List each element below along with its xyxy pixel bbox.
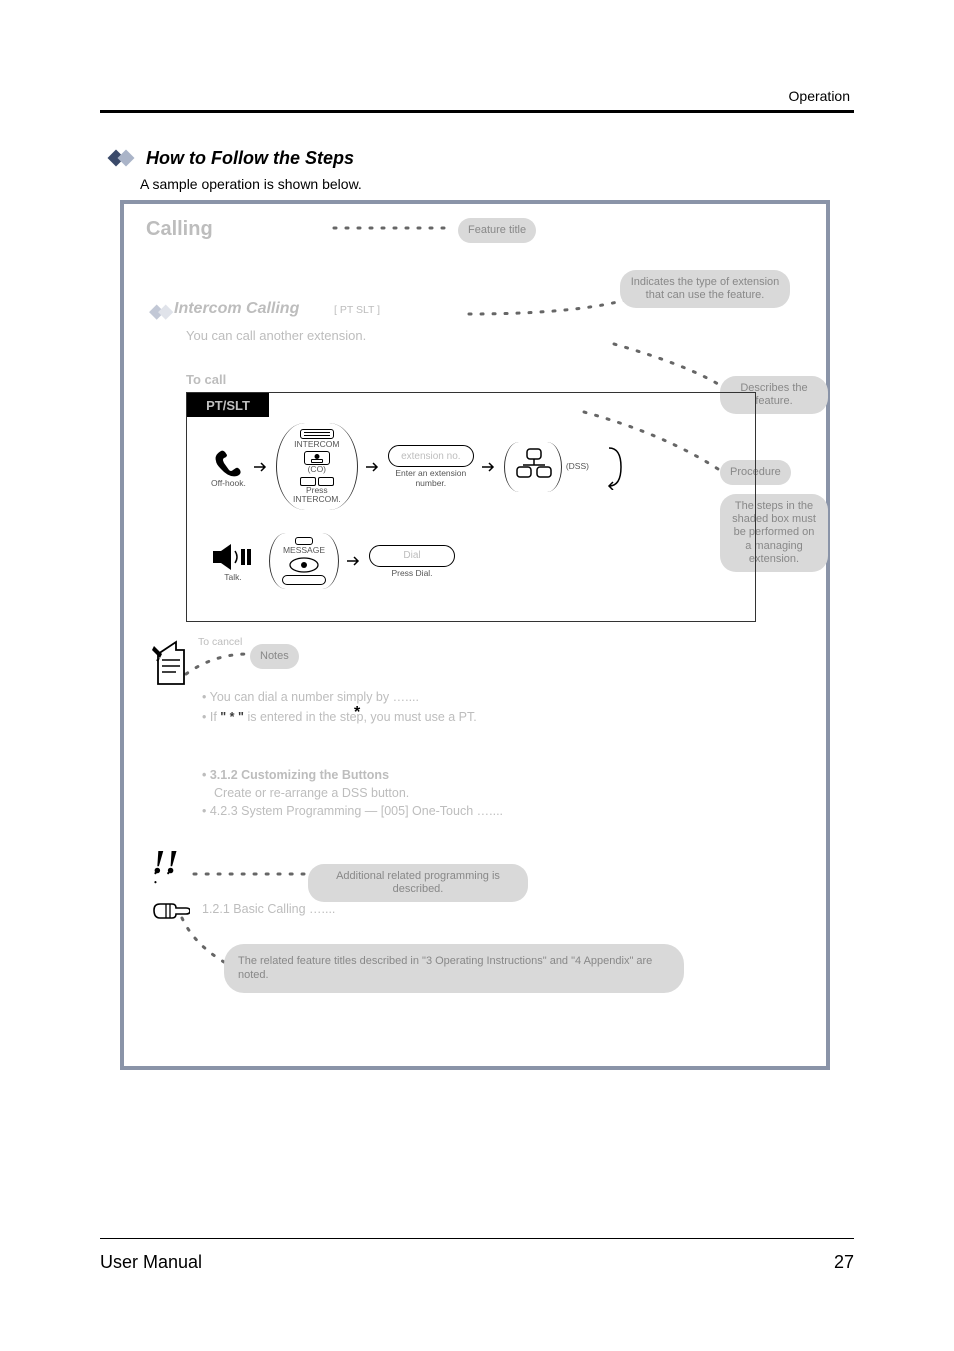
note-line1: • You can dial a number simply by ….... [202,690,419,704]
dss-group [504,442,562,492]
ref-line1: • 3.1.2 Customizing the Buttons [202,768,389,782]
to-cancel-label: To cancel [198,636,242,648]
callout-related: The related feature titles described in … [224,944,684,993]
page-number: 27 [834,1252,854,1273]
footer-left: User Manual [100,1252,202,1273]
talk-icon [211,541,255,573]
related-line: 1.2.1 Basic Calling ….... [202,902,335,916]
jog-dial-icon [284,556,324,574]
callout-notes: Notes [250,644,299,669]
return-arrow-icon [595,444,623,490]
callout-extension-type: Indicates the type of extension that can… [620,270,790,308]
intercom-label: INTERCOM [294,440,339,449]
title-row: How to Follow the Steps [108,148,354,169]
off-hook-icon [211,445,245,479]
arrow-icon [252,458,270,476]
page-header: Operation [100,88,854,113]
dss-label: (DSS) [566,462,589,471]
arrow-icon [480,458,498,476]
arrow-icon [364,458,382,476]
opbox-header: PT/SLT [187,393,269,417]
ext-type-label: [ PT SLT ] [334,304,380,316]
dial-pill: Dial [369,545,455,567]
section-label: Operation [100,88,854,104]
dial-pill: extension no. [388,445,474,467]
pencil-icon [152,640,192,688]
note-line2-suffix: is entered in the step, you must use a P… [247,710,476,724]
asterisk-icon: * [354,704,360,722]
msg-label: MESSAGE [283,546,325,555]
intercom-group: INTERCOM (CO) Press INTERCOM. [276,423,358,510]
callout-programming: Additional related programming is descri… [308,864,528,902]
ext-caption: Enter an extension number. [395,469,466,488]
operation-box: PT/SLT Off-hook. INTERCOM [186,392,756,622]
co-label: (CO) [308,465,326,474]
callout-feature-title: Feature title [458,218,536,243]
diamond-bullet-icon [108,150,138,168]
note-line2-prefix: • If [202,710,220,724]
message-group: MESSAGE [269,533,339,589]
page-title: How to Follow the Steps [146,148,354,169]
dial-caption: Press Dial. [391,569,432,578]
note-line2: • If " * " is entered in the step, you m… [202,710,477,724]
off-hook-label: Off-hook. [211,479,246,488]
example-frame: Calling Feature title Indicates the type… [120,200,830,1070]
intro-text: A sample operation is shown below. [140,176,362,192]
feature-title: Calling [146,218,213,241]
arrow-icon [345,552,363,570]
asterisk-ref: " * " [220,710,244,724]
talk-label: Talk. [224,573,241,582]
important-icon: !!• • • [152,844,178,882]
section-desc: You can call another extension. [186,328,366,343]
ref-line2: Create or re-arrange a DSS button. [214,786,409,800]
diamond-bullet-icon [150,305,177,321]
footer-rule [100,1238,854,1239]
section-heading: Intercom Calling [174,300,299,318]
pointing-hand-icon [152,898,190,924]
page: Operation How to Follow the Steps A samp… [0,0,954,1351]
to-call-label: To call [186,372,226,387]
ref-line3: • 4.2.3 System Programming — [005] One-T… [202,804,503,818]
reset-label: Press INTERCOM. [287,486,347,505]
dss-icon [513,447,553,487]
header-rule [100,110,854,113]
